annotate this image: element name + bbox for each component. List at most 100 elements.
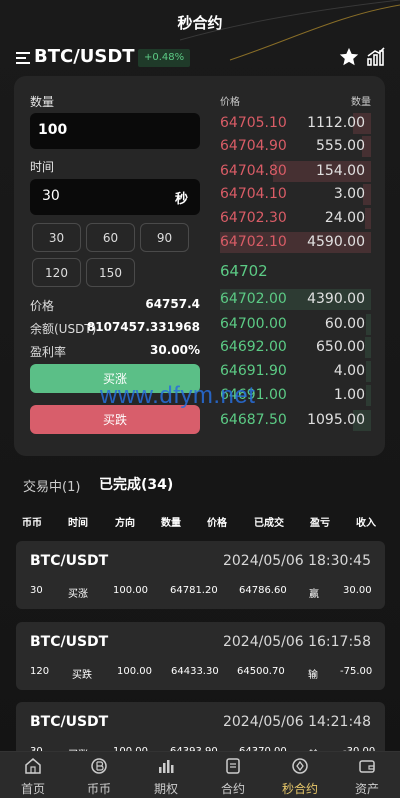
order-datetime: 2024/05/06 16:17:58 [222,634,371,650]
tab-second-contract[interactable]: 秒合约 [267,752,333,798]
ask-row[interactable]: 64705.10 1112.00 [220,113,371,134]
column-header: 收入 [356,518,376,529]
bid-row[interactable]: 64702.00 4390.00 [220,289,371,310]
bid-price: 64700.00 [220,316,287,332]
latest-price: 64702 [220,262,268,280]
ask-qty: 1112.00 [307,115,365,131]
order-datetime: 2024/05/06 14:21:48 [222,714,371,730]
amount-value: 100 [38,122,68,138]
bid-price: 64702.00 [220,291,287,307]
tab-label: 资产 [354,782,379,796]
time-input[interactable]: 30 秒 [30,179,200,215]
pair-name[interactable]: BTC/USDT [34,46,135,67]
tab-active-orders[interactable]: 交易中(1) [23,476,80,495]
ask-price: 64705.10 [220,115,287,131]
bid-qty: 1095.00 [307,412,365,428]
ask-row[interactable]: 64702.10 4590.00 [220,232,371,253]
time-label: 时间 [30,160,55,174]
order-result: 输 [308,670,318,681]
time-option-button[interactable]: 90 [140,223,189,252]
second-contract-icon [292,758,308,774]
profit-label: 盈利率 [30,345,67,359]
tab-assets[interactable]: 资产 [334,752,400,798]
tab-home[interactable]: 首页 [0,752,66,798]
time-value: 30 [42,188,60,204]
ask-row[interactable]: 64702.30 24.00 [220,208,371,229]
bottom-tab-bar: 首页 币币 期权 合约 秒合约 资产 [0,751,400,798]
profit-value: 30.00% [150,343,200,357]
order-income: 30.00 [343,585,372,596]
bid-depth-bar [366,385,371,406]
tab-options[interactable]: 期权 [133,752,199,798]
pair-header: BTC/USDT +0.48% [0,44,400,72]
bid-row[interactable]: 64692.00 650.00 [220,337,371,358]
ask-price: 64702.10 [220,234,287,250]
tab-contract[interactable]: 合约 [200,752,266,798]
column-header: 方向 [115,518,135,529]
coin-icon [91,758,107,774]
column-header: 已成交 [254,518,284,529]
order-card[interactable]: BTC/USDT 2024/05/06 16:17:58 120 买跌 100.… [16,622,385,690]
column-header: 盈亏 [310,518,330,529]
balance-row: 余额(USDT) 8107457.331968 [30,320,200,338]
orderbook-qty-header: 数量 [351,97,371,108]
order-pair: BTC/USDT [30,634,109,650]
contract-icon [226,758,240,774]
app-screen: 秒合约 BTC/USDT +0.48% 数量 100 时间 30 秒 30 60… [0,0,400,798]
order-pair: BTC/USDT [30,714,109,730]
time-option-button[interactable]: 30 [32,223,81,252]
order-datetime: 2024/05/06 18:30:45 [222,553,371,569]
bid-row[interactable]: 64700.00 60.00 [220,314,371,335]
page-title: 秒合约 [177,13,223,32]
balance-value: 8107457.331968 [86,320,200,334]
ask-qty: 555.00 [316,138,365,154]
ask-depth-bar [365,208,371,229]
price-value: 64757.4 [145,297,200,311]
menu-icon[interactable] [16,50,34,66]
ask-qty: 154.00 [316,163,365,179]
ask-qty: 24.00 [324,210,365,226]
order-card[interactable]: BTC/USDT 2024/05/06 18:30:45 30 买涨 100.0… [16,541,385,609]
watermark: www.dfym.net [100,382,256,409]
column-header: 时间 [68,518,88,529]
order-amount: 100.00 [113,585,148,596]
bid-depth-bar [365,337,371,358]
ask-price: 64702.30 [220,210,287,226]
bid-row[interactable]: 64691.90 4.00 [220,361,371,382]
ask-price: 64704.10 [220,186,287,202]
bid-price: 64692.00 [220,339,287,355]
order-close-price: 64786.60 [239,585,287,596]
time-option-button[interactable]: 150 [86,258,135,287]
column-header: 数量 [161,518,181,529]
column-header: 价格 [207,518,227,529]
star-icon[interactable] [338,46,360,68]
tab-completed-orders[interactable]: 已完成(34) [99,474,173,494]
amount-input[interactable]: 100 [30,113,200,149]
order-result: 赢 [309,589,319,600]
home-icon [25,758,41,774]
orderbook-price-header: 价格 [220,97,240,108]
column-header: 币币 [22,518,42,529]
time-option-button[interactable]: 120 [32,258,81,287]
bid-qty: 1.00 [333,387,365,403]
ask-row[interactable]: 64704.90 555.00 [220,136,371,157]
bid-row[interactable]: 64687.50 1095.00 [220,410,371,431]
order-close-price: 64500.70 [237,666,285,677]
order-direction: 买跌 [72,670,92,681]
tab-label: 合约 [220,782,245,796]
kline-chart-icon[interactable] [366,47,386,67]
bid-qty: 4.00 [333,363,365,379]
ask-price: 64704.80 [220,163,287,179]
tab-label: 币币 [86,782,111,796]
bid-depth-bar [366,361,371,382]
ask-row[interactable]: 64704.10 3.00 [220,184,371,205]
bars-icon [159,760,174,773]
order-open-price: 64433.30 [171,666,219,677]
ask-row[interactable]: 64704.80 154.00 [220,161,371,182]
order-column-headers: 币币 时间 方向 数量 价格 已成交 盈亏 收入 [0,514,400,532]
ask-qty: 4590.00 [307,234,365,250]
tab-spot[interactable]: 币币 [66,752,132,798]
bid-qty: 4390.00 [307,291,365,307]
time-option-button[interactable]: 60 [86,223,135,252]
order-amount: 100.00 [117,666,152,677]
